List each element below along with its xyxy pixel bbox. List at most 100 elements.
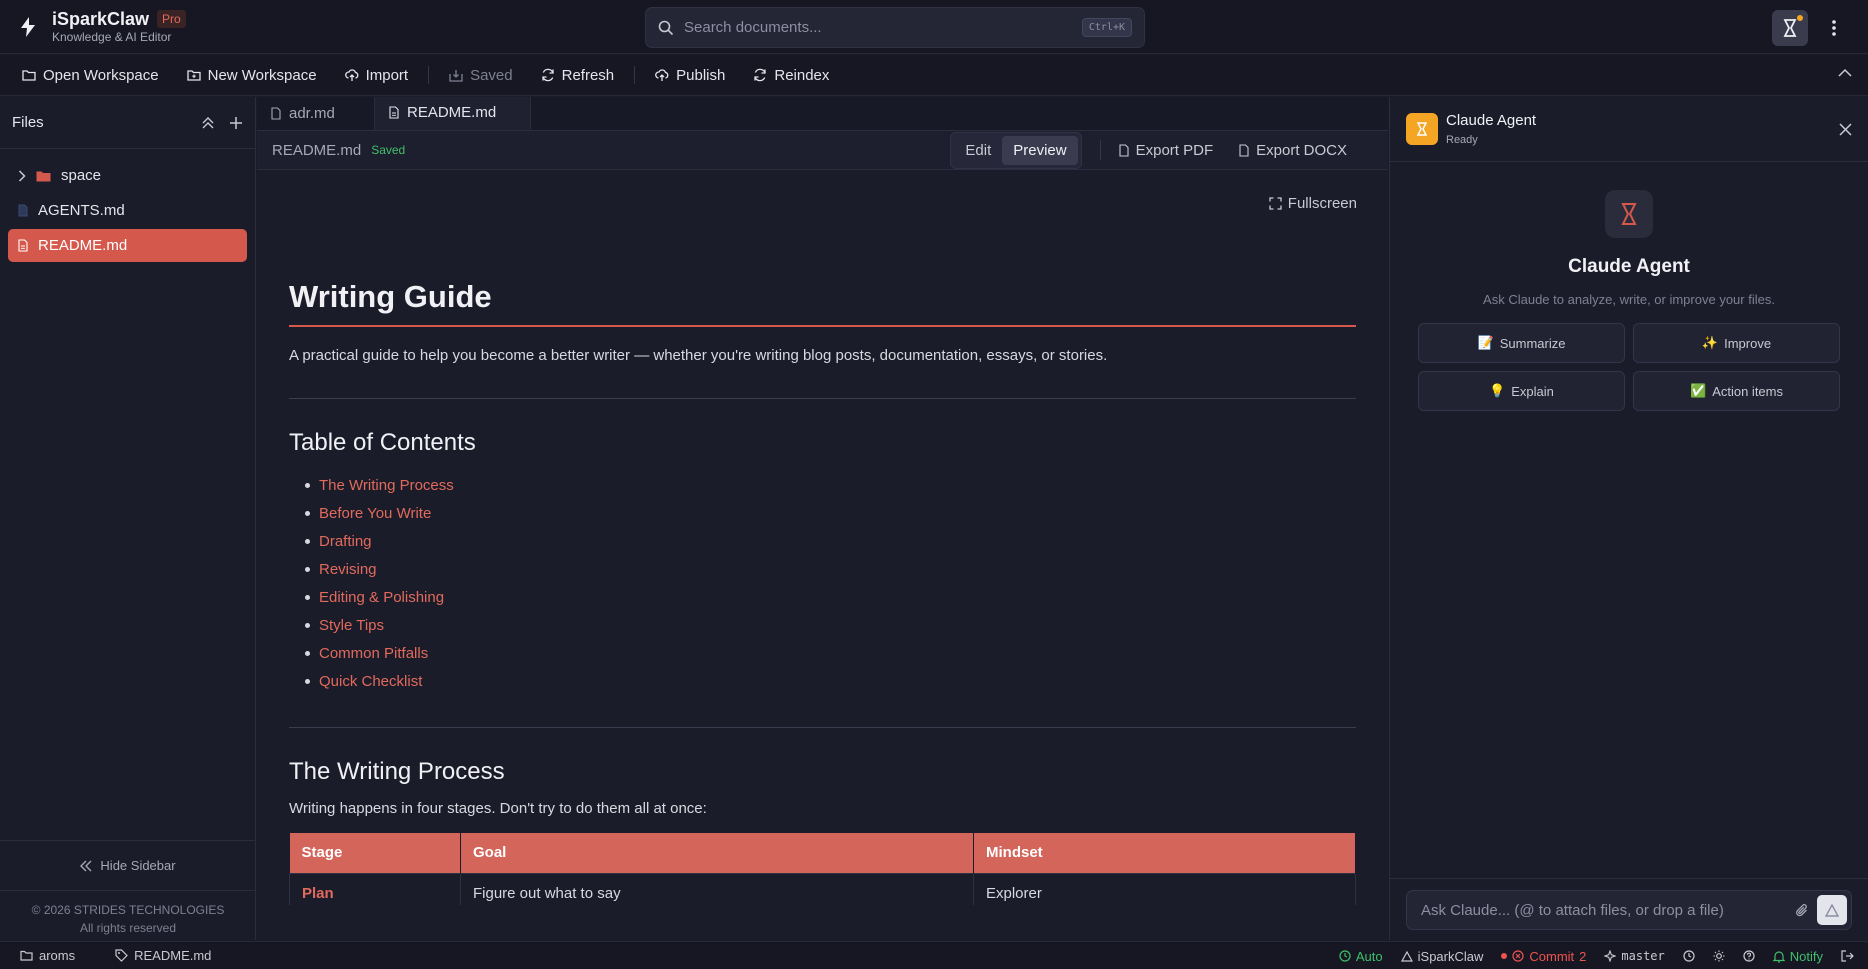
cloud-upload-icon <box>344 69 358 81</box>
agent-chat-input[interactable]: Ask Claude... (@ to attach files, or dro… <box>1406 890 1852 930</box>
fullscreen-icon <box>1269 197 1282 210</box>
reindex-label: Reindex <box>774 66 830 84</box>
agent-empty-state: Claude Agent Ask Claude to analyze, writ… <box>1390 162 1868 411</box>
notify-toggle[interactable]: Notify <box>1772 948 1823 964</box>
refresh-button[interactable]: Refresh <box>541 67 614 84</box>
tab-label: adr.md <box>289 105 335 122</box>
search-placeholder: Search documents... <box>684 19 822 36</box>
auto-save-indicator[interactable]: Auto <box>1339 949 1383 964</box>
action-label: Improve <box>1724 335 1772 351</box>
claude-logo-icon <box>1605 190 1653 238</box>
history-icon[interactable] <box>1683 950 1695 962</box>
app-indicator[interactable]: iSparkClaw <box>1400 949 1483 964</box>
sidebar-footer: Hide Sidebar © 2026 STRIDES TECHNOLOGIES… <box>0 840 256 937</box>
close-icon[interactable] <box>1839 122 1852 136</box>
edit-mode-button[interactable]: Edit <box>954 136 1002 165</box>
copyright-line: © 2026 STRIDES TECHNOLOGIES <box>31 903 225 917</box>
table-cell: Plan <box>289 872 461 905</box>
reindex-button[interactable]: Reindex <box>753 67 829 84</box>
export-docx-button[interactable]: Export DOCX <box>1239 142 1347 159</box>
tree-file-agents[interactable]: AGENTS.md <box>8 194 247 227</box>
branch-name: master <box>1621 949 1665 963</box>
paperclip-icon[interactable] <box>1795 903 1809 918</box>
publish-button[interactable]: Publish <box>655 67 725 84</box>
warning-icon <box>1400 950 1413 962</box>
input-divider <box>1390 878 1868 879</box>
saved-button[interactable]: Saved <box>449 67 513 84</box>
add-file-icon[interactable] <box>229 116 243 130</box>
chat-placeholder: Ask Claude... (@ to attach files, or dro… <box>1421 901 1724 919</box>
fullscreen-label: Fullscreen <box>1287 195 1357 212</box>
chevron-up-icon[interactable] <box>1838 68 1852 77</box>
agent-name: Claude Agent <box>1446 112 1537 129</box>
commit-indicator[interactable]: Commit 2 <box>1501 949 1586 964</box>
workspace-indicator[interactable]: aroms <box>20 948 75 963</box>
git-branch-icon <box>1604 950 1617 962</box>
agent-header: Claude Agent Ready <box>1390 97 1868 162</box>
tab-adr[interactable]: adr.md <box>257 97 375 130</box>
table-cell: Explorer <box>973 872 1356 905</box>
agent-toggle-button[interactable] <box>1772 10 1808 46</box>
toc-link[interactable]: Before You Write <box>305 499 1356 527</box>
toc-link[interactable]: Revising <box>305 555 1356 583</box>
table-header-row: Stage Goal Mindset <box>289 833 1356 873</box>
editor-pane: adr.md README.md README.md Saved Edit Pr… <box>257 97 1388 940</box>
new-workspace-button[interactable]: New Workspace <box>186 66 317 84</box>
file-icon <box>389 106 399 119</box>
explain-button[interactable]: 💡 Explain <box>1418 371 1625 411</box>
toc-link[interactable]: Common Pitfalls <box>305 639 1356 667</box>
open-workspace-button[interactable]: Open Workspace <box>22 67 159 84</box>
logout-icon[interactable] <box>1841 950 1854 962</box>
stages-table: Stage Goal Mindset Plan Figure out what … <box>289 833 1356 905</box>
import-button[interactable]: Import <box>344 67 408 84</box>
send-button[interactable] <box>1817 895 1847 925</box>
notify-label: Notify <box>1789 948 1823 964</box>
toc-heading: Table of Contents <box>289 429 476 456</box>
cloud-upload-icon <box>655 69 669 81</box>
commit-count: 2 <box>1579 948 1587 964</box>
table-cell: Figure out what to say <box>460 872 974 905</box>
toolbar-divider <box>634 66 636 84</box>
fullscreen-button[interactable]: Fullscreen <box>1269 195 1357 212</box>
search-input[interactable]: Search documents... Ctrl+K <box>645 7 1145 48</box>
tree-file-readme[interactable]: README.md <box>8 229 247 262</box>
send-icon <box>1825 903 1839 917</box>
auto-label: Auto <box>1355 948 1383 964</box>
toc-link[interactable]: Editing & Polishing <box>305 583 1356 611</box>
hide-sidebar-button[interactable]: Hide Sidebar <box>0 841 256 891</box>
preview-mode-button[interactable]: Preview <box>1002 135 1078 165</box>
search-icon <box>658 20 674 36</box>
app-name: iSparkClaw <box>52 9 150 29</box>
toc-link[interactable]: Style Tips <box>305 611 1356 639</box>
branch-indicator[interactable]: master <box>1604 949 1665 963</box>
notification-dot <box>1797 15 1803 21</box>
copyright: © 2026 STRIDES TECHNOLOGIES All rights r… <box>0 891 256 937</box>
toc-link[interactable]: Drafting <box>305 527 1356 555</box>
folder-icon <box>22 70 36 81</box>
document-title: Writing Guide <box>289 279 1356 327</box>
improve-button[interactable]: ✨ Improve <box>1633 323 1840 363</box>
save-icon <box>449 69 463 82</box>
process-heading: The Writing Process <box>289 758 505 785</box>
action-items-button[interactable]: ✅ Action items <box>1633 371 1840 411</box>
more-menu-icon[interactable] <box>1824 16 1844 40</box>
toc-link[interactable]: The Writing Process <box>305 471 1356 499</box>
app-subtitle: Knowledge & AI Editor <box>52 30 172 44</box>
new-workspace-label: New Workspace <box>207 66 317 84</box>
refresh-icon <box>754 68 767 82</box>
current-file-indicator[interactable]: README.md <box>115 948 211 963</box>
toolbar: Open Workspace New Workspace Import Save… <box>0 55 1868 96</box>
chevron-right-icon[interactable] <box>18 169 26 182</box>
summarize-button[interactable]: 📝 Summarize <box>1418 323 1625 363</box>
tree-folder-space[interactable]: space <box>8 159 247 192</box>
theme-sun-icon[interactable] <box>1713 950 1725 962</box>
agent-subtitle: Ask Claude to analyze, write, or improve… <box>1483 292 1775 307</box>
file-icon <box>1119 143 1129 157</box>
help-icon[interactable] <box>1743 950 1755 962</box>
alert-circle-icon <box>1512 950 1524 962</box>
toc-link[interactable]: Quick Checklist <box>305 667 1356 695</box>
export-pdf-button[interactable]: Export PDF <box>1119 142 1213 159</box>
bolt-icon <box>18 16 38 37</box>
collapse-all-icon[interactable] <box>201 116 215 130</box>
tab-readme[interactable]: README.md <box>375 97 531 130</box>
